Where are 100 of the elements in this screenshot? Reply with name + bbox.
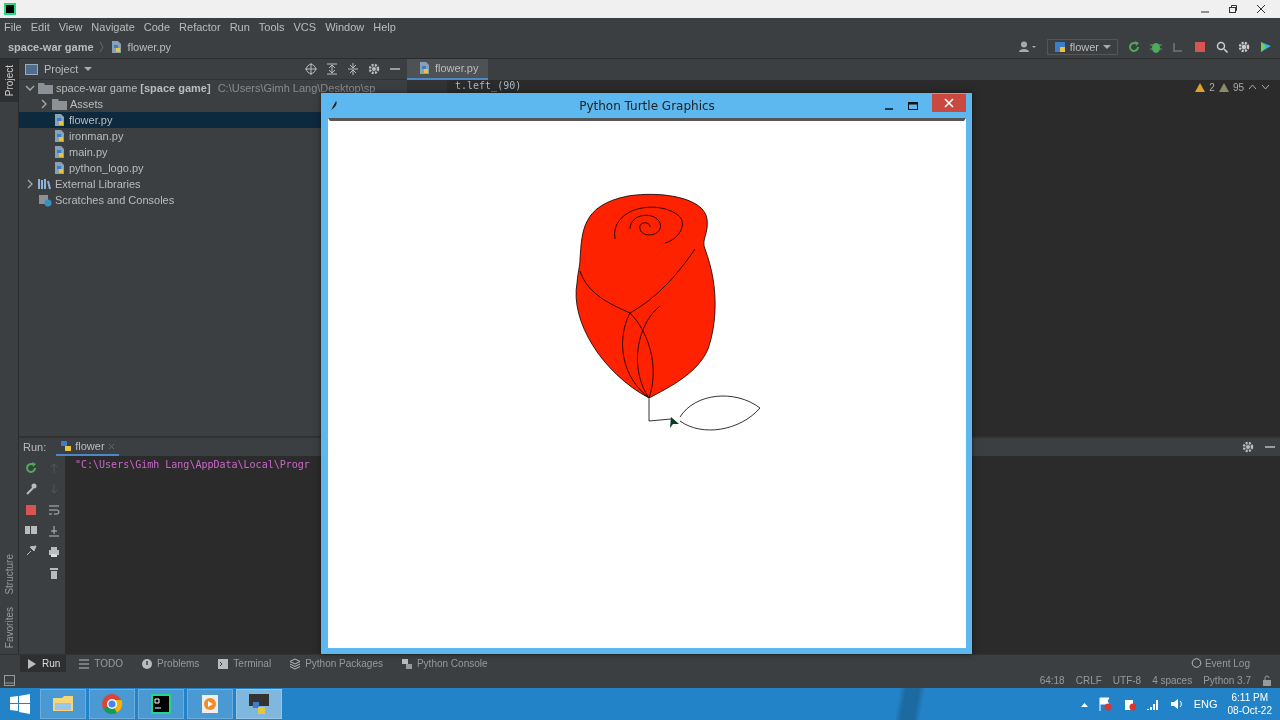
stop-icon[interactable] xyxy=(1194,41,1206,53)
editor-tab[interactable]: flower.py xyxy=(407,59,489,80)
tree-item[interactable]: External Libraries xyxy=(19,176,407,192)
language-indicator[interactable]: ENG xyxy=(1193,698,1218,710)
event-log-tab[interactable]: Event Log xyxy=(1190,658,1250,669)
menu-item[interactable]: Code xyxy=(143,21,171,33)
python-icon xyxy=(248,693,270,715)
print-icon[interactable] xyxy=(47,546,60,558)
rerun-icon[interactable] xyxy=(24,462,37,474)
tool-window-tab[interactable]: Python Console xyxy=(394,655,494,672)
separator-icon xyxy=(98,41,104,53)
settings-icon[interactable] xyxy=(368,63,380,75)
lock-icon[interactable] xyxy=(1262,674,1272,686)
python-run-icon xyxy=(1053,41,1066,53)
python-file-icon xyxy=(52,145,66,159)
menu-item[interactable]: Navigate xyxy=(91,21,135,33)
tree-item[interactable]: Scratches and Consoles xyxy=(19,192,407,208)
layers-icon xyxy=(289,657,302,670)
close-button[interactable] xyxy=(932,93,966,112)
status-item[interactable]: UTF-8 xyxy=(1112,674,1142,686)
python-file-icon xyxy=(417,61,431,76)
tool-window-tab[interactable]: Terminal xyxy=(211,655,278,672)
layout-icon[interactable] xyxy=(24,525,37,535)
rerun-icon[interactable] xyxy=(1128,41,1140,53)
taskbar-app[interactable] xyxy=(138,689,184,719)
folder-icon xyxy=(38,82,53,94)
panel-title[interactable]: Project xyxy=(44,63,79,75)
tool-window-tab[interactable]: Problems xyxy=(135,655,206,672)
warning-icon xyxy=(1218,82,1229,92)
feather-icon xyxy=(328,99,338,112)
folder-icon xyxy=(52,98,67,110)
menu-item[interactable]: Window xyxy=(325,21,365,33)
search-icon[interactable] xyxy=(1216,41,1228,53)
tool-window-tab[interactable]: Structure xyxy=(0,548,18,601)
warning-icon xyxy=(1195,82,1206,92)
restore-icon[interactable] xyxy=(1228,4,1238,14)
tool-window-tab[interactable]: Python Packages xyxy=(283,655,389,672)
clock-date[interactable]: 08-Oct-22 xyxy=(1227,704,1272,717)
tool-window-tab[interactable]: Favorites xyxy=(0,600,18,654)
breadcrumb-item[interactable]: space-war game xyxy=(8,41,94,53)
tool-window-tab[interactable]: TODO xyxy=(72,655,130,672)
panel-label: Run: xyxy=(23,441,47,453)
bug-icon[interactable] xyxy=(1150,41,1162,53)
caret-icon[interactable] xyxy=(84,66,93,72)
warning-count[interactable]: 2 xyxy=(1209,81,1215,93)
status-item[interactable]: CRLF xyxy=(1075,674,1102,686)
menu-item[interactable]: Edit xyxy=(30,21,50,33)
clock-time[interactable]: 6:11 PM xyxy=(1231,691,1268,704)
up-caret-icon[interactable] xyxy=(1080,701,1088,707)
menu-item[interactable]: VCS xyxy=(293,21,317,33)
settings-icon[interactable] xyxy=(1242,441,1254,453)
menu-item[interactable]: Tools xyxy=(258,21,285,33)
window-title: Python Turtle Graphics xyxy=(579,98,715,113)
flag-icon[interactable] xyxy=(1097,697,1112,711)
locate-icon[interactable] xyxy=(305,63,317,75)
maximize-icon[interactable] xyxy=(908,100,918,111)
tool-window-tab[interactable]: Project xyxy=(0,59,18,103)
close-icon[interactable] xyxy=(1256,4,1266,14)
code-line: t.left_(90) xyxy=(455,79,522,91)
soft-wrap-icon[interactable] xyxy=(47,504,60,516)
close-icon xyxy=(944,97,954,108)
trash-icon[interactable] xyxy=(48,567,59,579)
signal-icon[interactable] xyxy=(1145,698,1160,710)
run-icon xyxy=(26,657,38,670)
scroll-to-end-icon[interactable] xyxy=(47,525,60,537)
expand-all-icon[interactable] xyxy=(326,63,338,75)
pin-icon[interactable] xyxy=(24,544,37,556)
tree-item[interactable]: python_logo.py xyxy=(19,160,407,176)
menu-item[interactable]: Run xyxy=(229,21,250,33)
tree-item[interactable]: ironman.py xyxy=(19,128,407,144)
wrench-icon[interactable] xyxy=(24,483,37,495)
breadcrumb-item[interactable]: flower.py xyxy=(127,41,172,53)
menu-item[interactable]: Refactor xyxy=(179,21,221,33)
pycharm-icon xyxy=(150,693,172,715)
settings-icon[interactable] xyxy=(1238,41,1250,53)
collapse-all-icon[interactable] xyxy=(347,63,359,75)
tree-item[interactable]: space-war game [space game] C:\Users\Gimh Lang\Desktop\sp xyxy=(19,80,407,96)
tree-item[interactable]: main.py xyxy=(19,144,407,160)
console-output: "C:\Users\Gimh Lang\AppData\Local\Progr xyxy=(74,458,311,472)
status-item[interactable]: 64:18 xyxy=(1039,674,1065,686)
tool-window-tab[interactable]: Run xyxy=(20,655,67,672)
windows-start-icon[interactable] xyxy=(10,694,30,714)
warning-count[interactable]: 95 xyxy=(1232,81,1244,93)
tree-item[interactable]: Assets xyxy=(19,96,407,112)
user-icon[interactable] xyxy=(1018,41,1037,53)
console-tab[interactable]: flower xyxy=(56,438,119,456)
menu-item[interactable]: File xyxy=(4,21,22,33)
taskbar-app[interactable] xyxy=(236,689,282,719)
menu-item[interactable]: View xyxy=(58,21,83,33)
toolbox-icon[interactable] xyxy=(1260,41,1272,53)
stop-icon[interactable] xyxy=(24,504,37,516)
run-config-dropdown[interactable]: flower xyxy=(1046,39,1118,55)
volume-icon[interactable] xyxy=(1169,698,1184,710)
python-icon xyxy=(400,657,413,670)
panel-icon xyxy=(25,63,38,75)
status-item[interactable]: 4 spaces xyxy=(1152,674,1193,686)
menu-item[interactable]: Help xyxy=(373,21,396,33)
stem-line xyxy=(648,398,672,422)
panel-toggle-icon[interactable] xyxy=(4,674,15,686)
status-item[interactable]: Python 3.7 xyxy=(1203,674,1251,686)
